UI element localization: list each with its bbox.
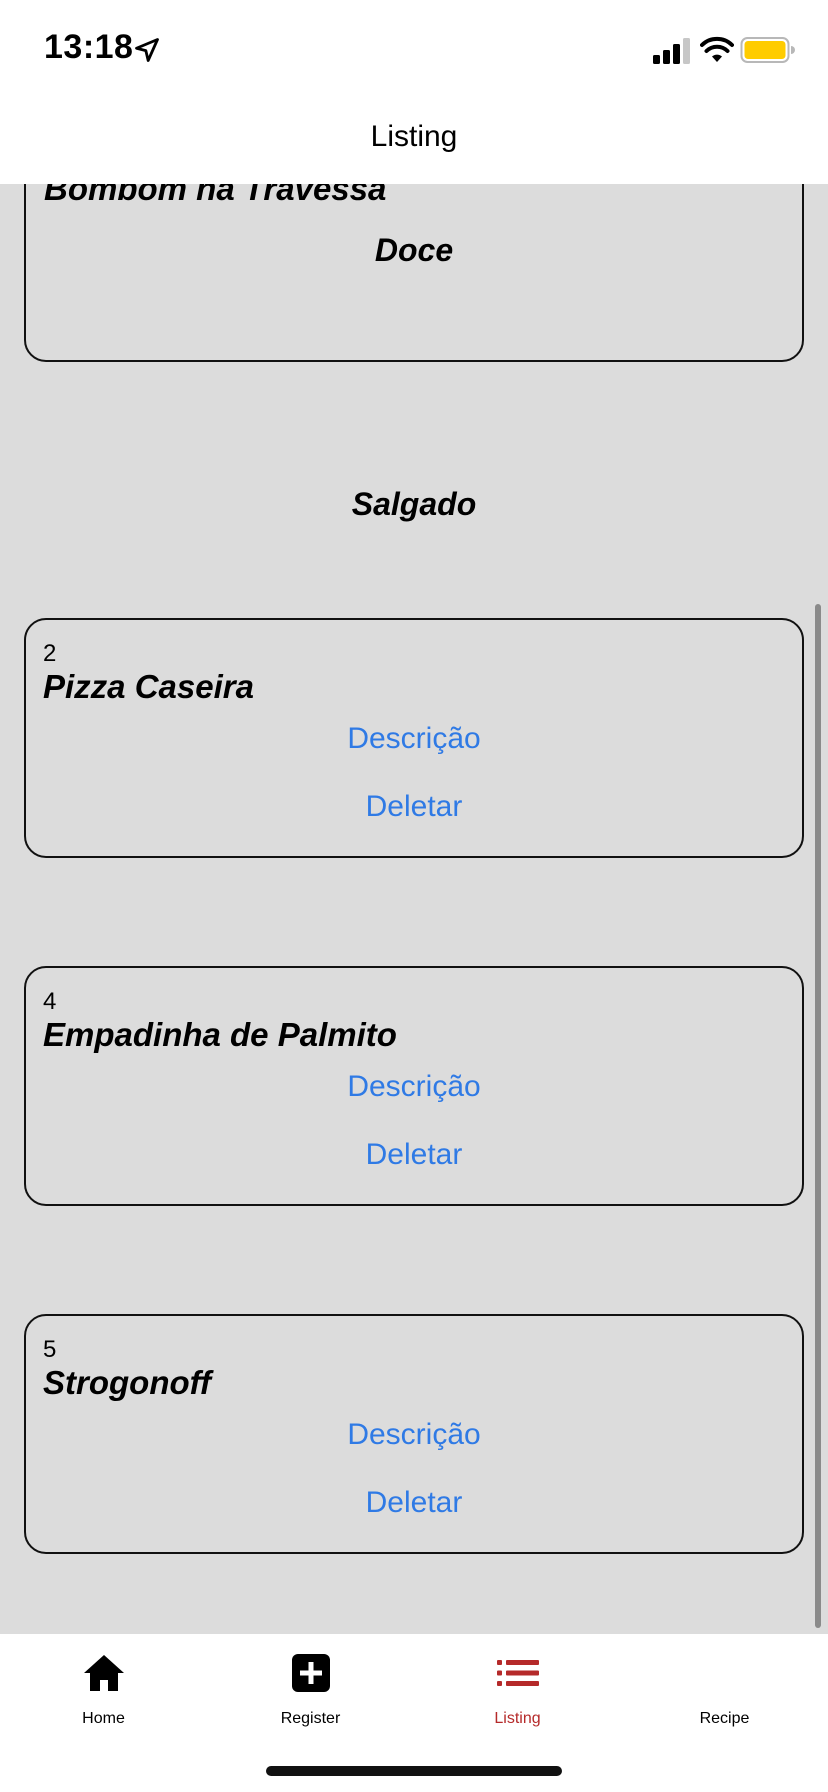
tab-home[interactable]: Home xyxy=(0,1634,207,1744)
tab-listing[interactable]: Listing xyxy=(414,1634,621,1744)
recipe-name: Bombom na Travessa xyxy=(44,184,387,207)
list-icon xyxy=(497,1660,539,1686)
description-button[interactable]: Descrição xyxy=(26,722,802,756)
section-heading-salgado: Salgado xyxy=(351,486,477,522)
recipe-card: 2 Pizza Caseira Descrição Deletar xyxy=(24,618,804,858)
recipe-id: 2 xyxy=(43,640,57,667)
tab-recipe[interactable]: Recipe xyxy=(621,1634,828,1744)
delete-button[interactable]: Deletar xyxy=(26,1138,802,1172)
tab-label: Register xyxy=(280,1710,341,1727)
recipe-id: 5 xyxy=(43,1336,57,1363)
recipe-name: Strogonoff xyxy=(43,1364,212,1401)
delete-button[interactable]: Deletar xyxy=(26,1486,802,1520)
tab-label: Listing xyxy=(494,1710,541,1727)
tab-label: Recipe xyxy=(699,1710,750,1727)
wifi-icon xyxy=(700,36,734,62)
delete-button[interactable]: Deletar xyxy=(26,790,802,824)
tab-bar: Home Register Listing Recipe xyxy=(0,1634,828,1792)
recipe-name: Empadinha de Palmito xyxy=(43,1016,397,1053)
status-time: 13:18 xyxy=(44,28,134,66)
tab-label: Home xyxy=(82,1710,125,1727)
location-arrow-icon xyxy=(135,38,159,62)
description-button[interactable]: Descrição xyxy=(26,1418,802,1452)
tab-register[interactable]: Register xyxy=(207,1634,414,1744)
plus-square-icon xyxy=(292,1654,330,1692)
description-button[interactable]: Descrição xyxy=(26,1070,802,1104)
listing-scroll-view[interactable]: Bombom na Travessa Doce Salgado 2 Pizza … xyxy=(0,184,828,1634)
recipe-card: 5 Strogonoff Descrição Deletar xyxy=(24,1314,804,1554)
recipe-card: 4 Empadinha de Palmito Descrição Deletar xyxy=(24,966,804,1206)
battery-icon xyxy=(740,37,795,63)
recipe-id: 4 xyxy=(43,988,57,1015)
recipe-name: Pizza Caseira xyxy=(43,668,254,705)
home-icon xyxy=(84,1655,124,1691)
page-title: Listing xyxy=(370,120,458,153)
top-bar: 13:18 Listing xyxy=(0,0,828,184)
scrollbar[interactable] xyxy=(815,604,821,1628)
cellular-signal-icon xyxy=(653,38,690,64)
recipe-card-partial: Bombom na Travessa Doce xyxy=(24,184,804,362)
home-indicator xyxy=(266,1766,562,1776)
category-heading: Doce xyxy=(374,232,454,268)
